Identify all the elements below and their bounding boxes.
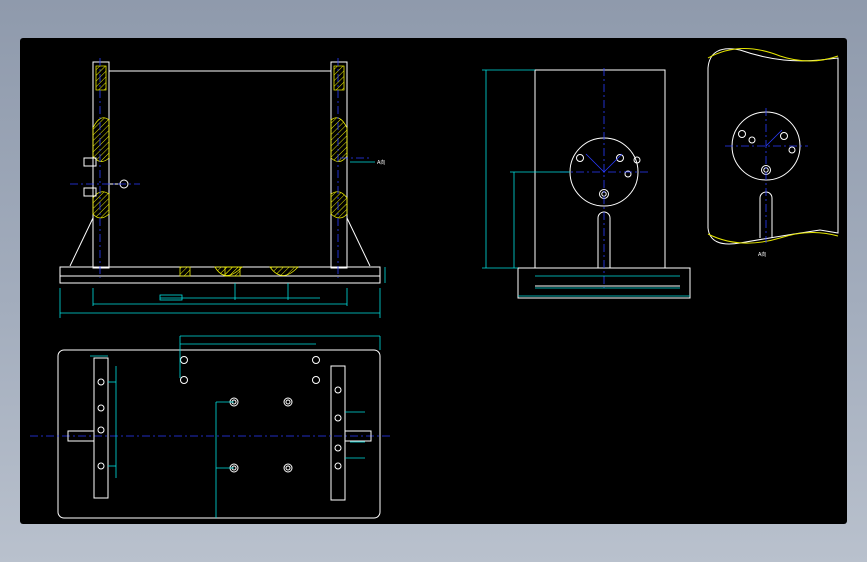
right-post [330,61,348,269]
drawing-canvas: A向 A向 [30,47,839,519]
top-view [30,335,392,519]
left-post [92,61,110,269]
side-plate [534,69,666,269]
front-view: A向 [59,58,385,318]
detail-label: A向 [758,251,766,258]
cad-viewport[interactable]: A向 A向 [20,38,847,524]
top-view-plate [57,349,381,519]
side-view [482,68,691,299]
detail-view: A向 [707,47,839,258]
section-label: A向 [377,159,385,166]
